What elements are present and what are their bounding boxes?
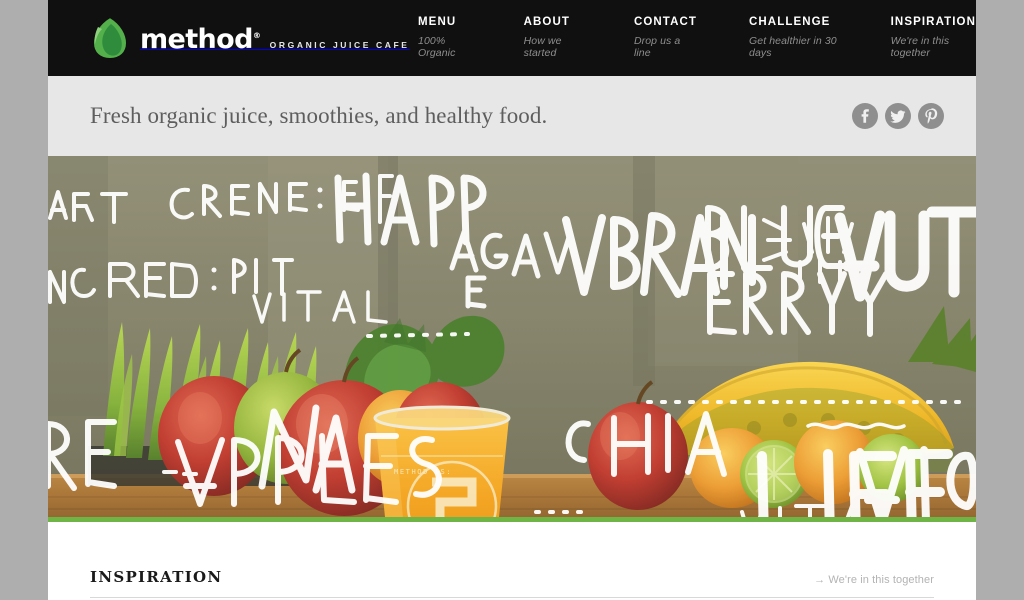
- section-more-link[interactable]: → We're in this together: [814, 574, 934, 586]
- section-header: INSPIRATION → We're in this together: [90, 568, 934, 598]
- nav-label: MENU: [418, 16, 457, 28]
- hero-accent-stripe: [48, 517, 976, 522]
- page-title: INSPIRATION: [90, 568, 223, 586]
- nav-label: CHALLENGE: [749, 16, 831, 28]
- site-tagline: Fresh organic juice, smoothies, and heal…: [90, 103, 548, 128]
- leaf-logo-icon: [90, 15, 130, 61]
- nav-sublabel: Get healthier in 30 days: [749, 35, 837, 59]
- logo-name: method: [140, 24, 253, 55]
- facebook-icon[interactable]: [852, 103, 878, 129]
- nav-item-contact[interactable]: CONTACT Drop us a line: [634, 16, 697, 59]
- logo-subtitle: ORGANIC JUICE CAFE: [269, 40, 410, 50]
- logo-trademark: ®: [252, 31, 261, 40]
- nav-sublabel: 100% Organic: [418, 35, 456, 59]
- main-navigation: MENU 100% Organic ABOUT How we started C…: [418, 16, 976, 59]
- pinterest-icon[interactable]: [918, 103, 944, 129]
- nav-label: CONTACT: [633, 16, 697, 28]
- nav-sublabel: We're in this together: [890, 35, 950, 59]
- nav-sublabel: Drop us a line: [633, 35, 681, 59]
- twitter-icon[interactable]: [885, 103, 911, 129]
- social-links: [852, 103, 944, 129]
- site-page: method® ORGANIC JUICE CAFE MENU 100% Org…: [48, 0, 976, 600]
- hero-banner: METHOD IS:: [48, 156, 976, 522]
- nav-item-menu[interactable]: MENU 100% Organic: [418, 16, 472, 59]
- hero-chalk-overlay: [48, 172, 976, 522]
- nav-item-about[interactable]: ABOUT How we started: [524, 16, 582, 59]
- nav-item-inspiration[interactable]: INSPIRATION We're in this together: [891, 16, 976, 59]
- main-content: INSPIRATION → We're in this together: [48, 522, 976, 598]
- nav-label: INSPIRATION: [890, 16, 976, 28]
- logo-wordmark: method® ORGANIC JUICE CAFE: [140, 23, 410, 53]
- nav-item-challenge[interactable]: CHALLENGE Get healthier in 30 days: [749, 16, 839, 59]
- site-header: method® ORGANIC JUICE CAFE MENU 100% Org…: [48, 0, 976, 76]
- site-logo[interactable]: method® ORGANIC JUICE CAFE: [90, 15, 410, 61]
- nav-sublabel: How we started: [523, 35, 562, 59]
- tagline-bar: Fresh organic juice, smoothies, and heal…: [48, 76, 976, 156]
- nav-label: ABOUT: [523, 16, 570, 28]
